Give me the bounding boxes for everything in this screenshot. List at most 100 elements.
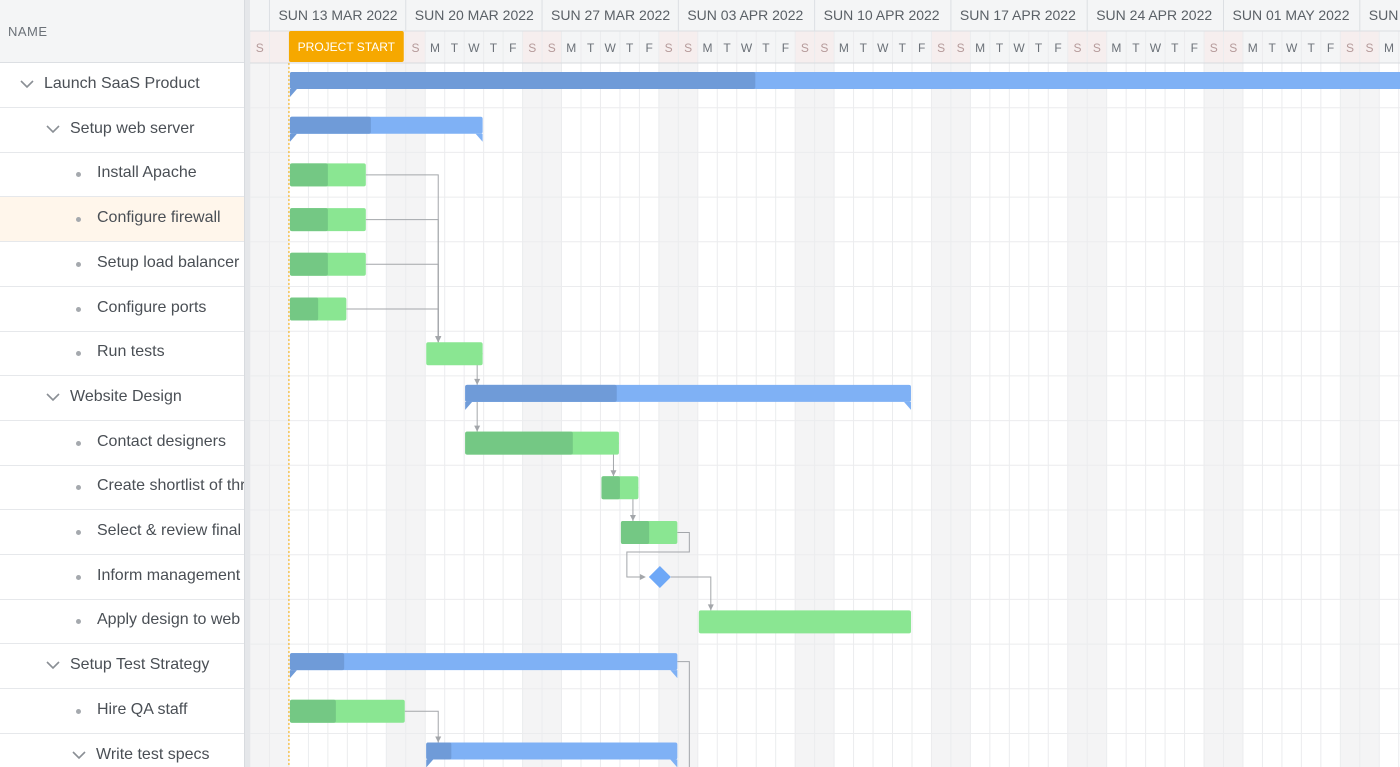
task-name: Run tests	[97, 343, 165, 361]
gantt-app: NAME Launch SaaS Product Setup web server…	[0, 0, 1400, 767]
task-name: Apply design to web site	[97, 611, 244, 629]
task-name: Write test specs	[96, 745, 210, 763]
task-row[interactable]: Setup Test Strategy	[0, 644, 244, 690]
weekend-column	[250, 63, 270, 767]
bullet-icon	[76, 351, 81, 357]
task-bar-progress	[289, 252, 328, 276]
day-letter: F	[782, 41, 789, 55]
task-row[interactable]: Create shortlist of three designers	[0, 465, 244, 511]
task-bar-progress	[289, 208, 328, 232]
chevron-down-icon[interactable]	[44, 388, 62, 406]
name-column-header-label: NAME	[8, 24, 48, 39]
day-letter: M	[1111, 41, 1121, 55]
weekend-column	[1067, 63, 1088, 767]
task-row[interactable]: Contact designers	[0, 421, 244, 466]
summary-bar-cap-right	[903, 401, 911, 410]
name-column-header[interactable]: NAME	[0, 0, 244, 63]
summary-bar-cap-left	[465, 401, 473, 410]
task-row[interactable]: Run tests	[0, 331, 244, 377]
task-name: Setup load balancer	[97, 253, 240, 271]
chevron-down-icon[interactable]	[44, 656, 62, 674]
day-letter: T	[1035, 41, 1043, 55]
summary-bar-cap-right	[475, 133, 483, 142]
day-letter: T	[860, 41, 868, 55]
dependency-arrowhead	[474, 425, 481, 432]
day-letter: S	[1229, 41, 1237, 55]
day-letter: S	[1093, 41, 1101, 55]
day-letter: S	[256, 41, 264, 55]
day-letter: F	[1327, 41, 1334, 55]
weekend-column	[795, 63, 815, 767]
day-letter: W	[1150, 41, 1162, 55]
task-row[interactable]: Launch SaaS Product	[0, 63, 244, 108]
task-row[interactable]: Install Apache	[0, 152, 244, 198]
day-letter: M	[430, 41, 440, 55]
task-row[interactable]: Website Design	[0, 376, 244, 421]
task-row[interactable]: Write test specs	[0, 734, 244, 767]
task-name: Launch SaaS Product	[44, 75, 200, 92]
summary-bar[interactable]	[289, 653, 678, 671]
summary-bar-cap-left	[289, 670, 297, 679]
day-letter: M	[839, 41, 849, 55]
week-label: SUN 08 MAY 2022	[1369, 7, 1400, 23]
week-label: SUN 27 MAR 2022	[551, 7, 670, 23]
chevron-down-icon[interactable]	[18, 75, 36, 93]
summary-bar-progress	[426, 742, 452, 760]
summary-bar[interactable]	[426, 742, 678, 760]
bullet-icon	[76, 485, 81, 491]
chevron-down-icon[interactable]	[70, 746, 88, 764]
project-start-label: PROJECT START	[298, 40, 396, 54]
day-letter: W	[1013, 41, 1025, 55]
dependency-arrowhead	[435, 336, 442, 343]
day-letter: S	[411, 41, 419, 55]
day-letter: M	[703, 41, 713, 55]
day-letter: S	[1210, 41, 1218, 55]
day-letter: T	[996, 41, 1004, 55]
task-row[interactable]: Select & review final design	[0, 510, 244, 555]
task-row[interactable]: Inform management about decision	[0, 555, 244, 600]
task-row[interactable]: Apply design to web site	[0, 599, 244, 645]
day-letter: W	[741, 41, 753, 55]
task-name: Inform management about decision	[97, 566, 244, 584]
day-letter: T	[1132, 41, 1140, 55]
weekend-column	[1359, 63, 1380, 767]
summary-bar-progress	[465, 384, 617, 402]
task-bar[interactable]	[698, 610, 911, 634]
week-label: SUN 17 APR 2022	[960, 7, 1076, 23]
day-letter: W	[468, 41, 480, 55]
week-label: SUN 13 MAR 2022	[278, 7, 397, 23]
weekend-column	[814, 63, 835, 767]
weekend-column	[1087, 63, 1107, 767]
day-letter: S	[684, 41, 692, 55]
bullet-icon	[76, 530, 81, 535]
task-row[interactable]: Configure ports	[0, 287, 244, 332]
weekend-column	[1223, 63, 1243, 767]
task-bar[interactable]	[426, 342, 483, 366]
weekend-header-cell	[269, 31, 289, 63]
task-bar-progress	[620, 521, 650, 544]
task-bar-progress	[289, 699, 336, 723]
day-letter: F	[1054, 41, 1061, 55]
weekend-column	[1340, 63, 1360, 767]
task-name: Hire QA staff	[97, 700, 188, 718]
bullet-icon	[76, 306, 81, 312]
task-row[interactable]: Hire QA staff	[0, 689, 244, 734]
bullet-icon	[76, 574, 81, 580]
day-letter: F	[1191, 41, 1198, 55]
day-letter: S	[665, 41, 673, 55]
day-letter: F	[918, 41, 925, 55]
chevron-down-icon[interactable]	[44, 120, 62, 138]
task-name: Website Design	[70, 387, 182, 405]
day-letter: T	[490, 41, 498, 55]
weekend-column	[931, 63, 951, 767]
bullet-icon	[76, 708, 81, 714]
summary-bar-cap-left	[426, 759, 434, 767]
day-letter: T	[1307, 41, 1315, 55]
summary-bar-cap-left	[289, 133, 297, 142]
weekend-column	[1204, 63, 1224, 767]
task-row[interactable]: Setup web server	[0, 108, 244, 153]
task-row[interactable]: Setup load balancer	[0, 242, 244, 287]
task-bar-progress	[465, 431, 573, 455]
task-row[interactable]: Configure firewall	[0, 197, 244, 243]
bullet-icon	[76, 172, 81, 178]
